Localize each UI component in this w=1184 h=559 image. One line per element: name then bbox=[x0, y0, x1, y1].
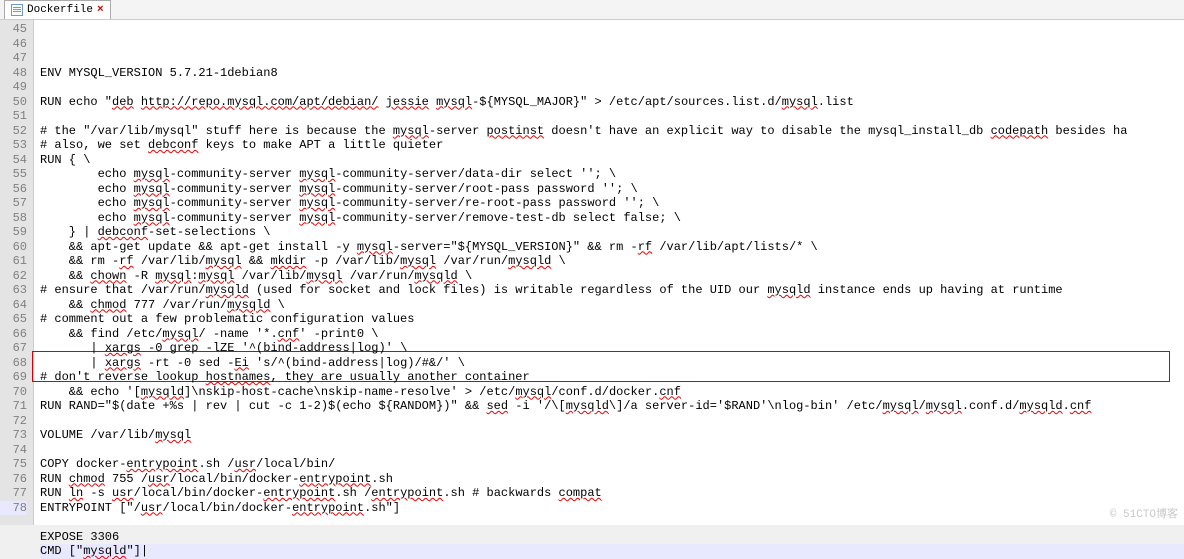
line-number: 71 bbox=[0, 399, 27, 414]
code-line: RUN { \ bbox=[40, 153, 1184, 168]
line-number: 59 bbox=[0, 225, 27, 240]
line-number: 75 bbox=[0, 457, 27, 472]
code-area[interactable]: ENV MYSQL_VERSION 5.7.21-1debian8 RUN ech… bbox=[34, 20, 1184, 525]
line-number: 76 bbox=[0, 472, 27, 487]
code-line: # the "/var/lib/mysql" stuff here is bec… bbox=[40, 124, 1184, 139]
code-line: CMD ["mysqld"]| bbox=[40, 544, 1184, 559]
line-number: 56 bbox=[0, 182, 27, 197]
code-line bbox=[40, 80, 1184, 95]
line-number: 50 bbox=[0, 95, 27, 110]
code-line: && chown -R mysql:mysql /var/lib/mysql /… bbox=[40, 269, 1184, 284]
line-number: 52 bbox=[0, 124, 27, 139]
code-line: && echo '[mysqld]\nskip-host-cache\nskip… bbox=[40, 385, 1184, 400]
file-tab[interactable]: Dockerfile × bbox=[4, 0, 111, 19]
line-number: 53 bbox=[0, 138, 27, 153]
line-number: 70 bbox=[0, 385, 27, 400]
tab-bar: Dockerfile × bbox=[0, 0, 1184, 20]
line-number: 55 bbox=[0, 167, 27, 182]
code-line: && find /etc/mysql/ -name '*.cnf' -print… bbox=[40, 327, 1184, 342]
line-number: 67 bbox=[0, 341, 27, 356]
code-line: echo mysql-community-server mysql-commun… bbox=[40, 182, 1184, 197]
line-number: 73 bbox=[0, 428, 27, 443]
code-line: echo mysql-community-server mysql-commun… bbox=[40, 211, 1184, 226]
code-line: # don't reverse lookup hostnames, they a… bbox=[40, 370, 1184, 385]
code-line: # also, we set debconf keys to make APT … bbox=[40, 138, 1184, 153]
code-line: | xargs -rt -0 sed -Ei 's/^(bind-address… bbox=[40, 356, 1184, 371]
line-number: 61 bbox=[0, 254, 27, 269]
code-line: } | debconf-set-selections \ bbox=[40, 225, 1184, 240]
code-line bbox=[40, 515, 1184, 530]
line-number: 48 bbox=[0, 66, 27, 81]
code-line: echo mysql-community-server mysql-commun… bbox=[40, 196, 1184, 211]
line-number: 46 bbox=[0, 37, 27, 52]
line-number: 66 bbox=[0, 327, 27, 342]
code-line: && chmod 777 /var/run/mysqld \ bbox=[40, 298, 1184, 313]
line-number: 74 bbox=[0, 443, 27, 458]
file-icon bbox=[11, 4, 23, 16]
line-number: 54 bbox=[0, 153, 27, 168]
code-line bbox=[40, 109, 1184, 124]
code-line: RUN chmod 755 /usr/local/bin/docker-entr… bbox=[40, 472, 1184, 487]
code-editor[interactable]: 4546474849505152535455565758596061626364… bbox=[0, 20, 1184, 525]
code-line: && apt-get update && apt-get install -y … bbox=[40, 240, 1184, 255]
line-number: 64 bbox=[0, 298, 27, 313]
code-line bbox=[40, 414, 1184, 429]
code-line bbox=[40, 443, 1184, 458]
line-number: 60 bbox=[0, 240, 27, 255]
code-line: EXPOSE 3306 bbox=[40, 530, 1184, 545]
line-number: 69 bbox=[0, 370, 27, 385]
line-number: 65 bbox=[0, 312, 27, 327]
code-line: ENV MYSQL_VERSION 5.7.21-1debian8 bbox=[40, 66, 1184, 81]
code-line: RUN ln -s usr/local/bin/docker-entrypoin… bbox=[40, 486, 1184, 501]
line-number: 78 bbox=[0, 501, 27, 516]
line-number: 47 bbox=[0, 51, 27, 66]
line-number: 68 bbox=[0, 356, 27, 371]
line-number: 62 bbox=[0, 269, 27, 284]
line-number: 58 bbox=[0, 211, 27, 226]
code-line: | xargs -0 grep -lZE '^(bind-address|log… bbox=[40, 341, 1184, 356]
code-line: COPY docker-entrypoint.sh /usr/local/bin… bbox=[40, 457, 1184, 472]
line-number: 57 bbox=[0, 196, 27, 211]
code-line: # comment out a few problematic configur… bbox=[40, 312, 1184, 327]
code-line: # ensure that /var/run/mysqld (used for … bbox=[40, 283, 1184, 298]
tab-filename: Dockerfile bbox=[27, 4, 93, 16]
code-line: VOLUME /var/lib/mysql bbox=[40, 428, 1184, 443]
line-number: 51 bbox=[0, 109, 27, 124]
code-line: RUN RAND="$(date +%s | rev | cut -c 1-2)… bbox=[40, 399, 1184, 414]
close-icon[interactable]: × bbox=[97, 4, 104, 16]
line-number: 72 bbox=[0, 414, 27, 429]
line-number: 45 bbox=[0, 22, 27, 37]
watermark: © 51CTO博客 bbox=[1110, 505, 1178, 521]
code-line: RUN echo "deb http://repo.mysql.com/apt/… bbox=[40, 95, 1184, 110]
line-number: 77 bbox=[0, 486, 27, 501]
line-gutter: 4546474849505152535455565758596061626364… bbox=[0, 20, 34, 525]
code-line: ENTRYPOINT ["/usr/local/bin/docker-entry… bbox=[40, 501, 1184, 516]
line-number: 63 bbox=[0, 283, 27, 298]
code-line: && rm -rf /var/lib/mysql && mkdir -p /va… bbox=[40, 254, 1184, 269]
code-line: echo mysql-community-server mysql-commun… bbox=[40, 167, 1184, 182]
line-number: 49 bbox=[0, 80, 27, 95]
